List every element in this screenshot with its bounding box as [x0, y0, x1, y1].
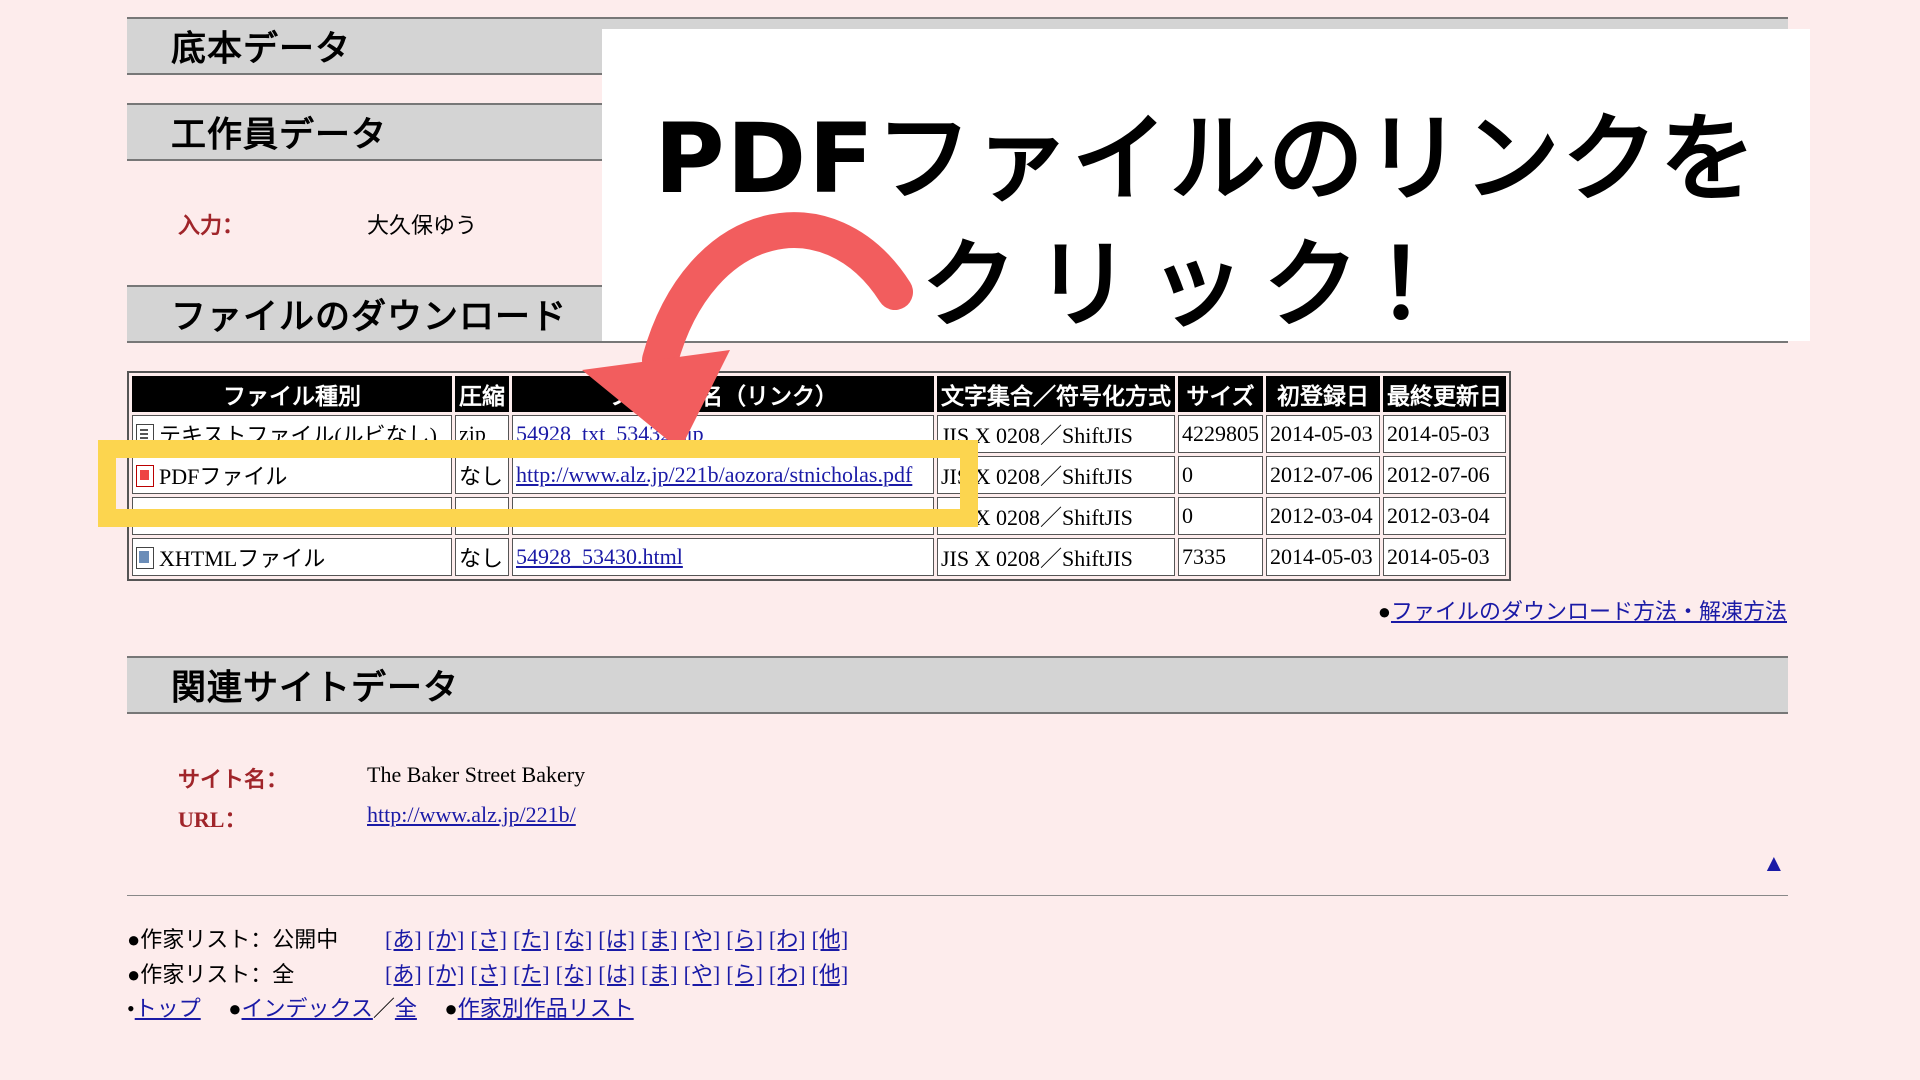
pointer-arrow — [582, 212, 913, 450]
pdf-row-highlight — [98, 440, 978, 527]
